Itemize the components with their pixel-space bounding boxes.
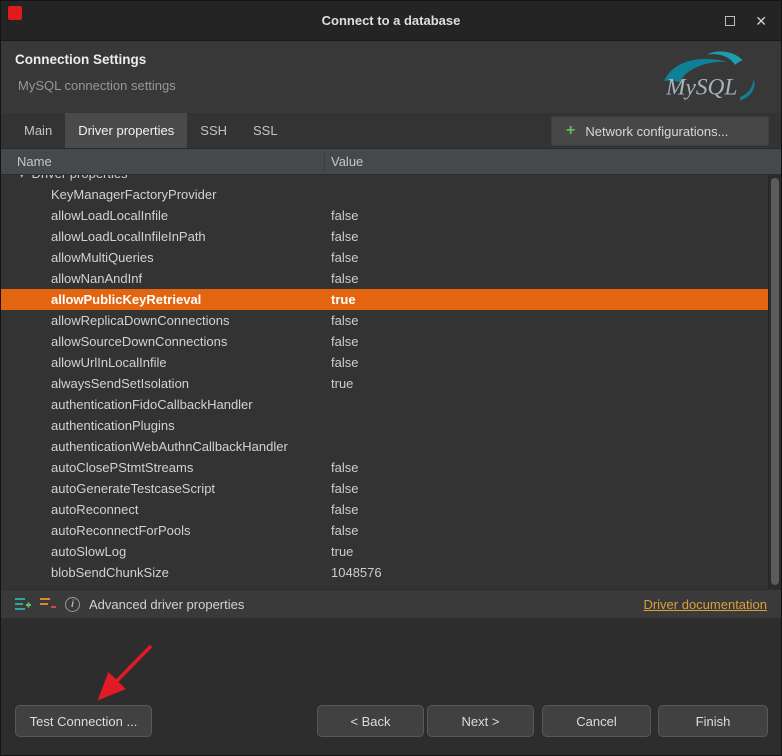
cancel-button[interactable]: Cancel <box>542 705 651 737</box>
finish-button[interactable]: Finish <box>658 705 768 737</box>
table-row[interactable]: autoReconnect false <box>1 499 781 520</box>
driver-documentation-link[interactable]: Driver documentation <box>643 597 767 612</box>
property-value: true <box>331 376 354 391</box>
property-name: allowNanAndInf <box>51 271 143 286</box>
mysql-logo: MySQL <box>664 51 755 101</box>
table-toolbar: i Advanced driver properties Driver docu… <box>1 589 781 618</box>
property-value: true <box>331 292 356 307</box>
caret-down-icon[interactable]: ▾ <box>19 175 25 181</box>
close-button[interactable]: ✕ <box>755 14 767 28</box>
property-value: false <box>331 208 359 223</box>
column-divider <box>324 152 325 171</box>
collapse-properties-icon[interactable] <box>40 596 56 612</box>
tab-driver-properties[interactable]: Driver properties <box>65 113 188 148</box>
property-name: allowPublicKeyRetrieval <box>51 292 202 307</box>
table-row[interactable]: authenticationWebAuthnCallbackHandler <box>1 436 781 457</box>
property-name: allowLoadLocalInfileInPath <box>51 229 206 244</box>
table-row[interactable]: allowReplicaDownConnections false <box>1 310 781 331</box>
property-name: allowReplicaDownConnections <box>51 313 230 328</box>
property-name: blobSendChunkSize <box>51 565 169 580</box>
wizard-buttons: < Back Next > Cancel Finish <box>317 705 768 737</box>
table-row[interactable]: autoGenerateTestcaseScript false <box>1 478 781 499</box>
table-row[interactable]: authenticationPlugins <box>1 415 781 436</box>
test-connection-button[interactable]: Test Connection ... <box>15 705 152 737</box>
property-value: false <box>331 334 359 349</box>
info-icon[interactable]: i <box>65 596 80 612</box>
property-name: autoReconnect <box>51 502 139 517</box>
property-name: allowMultiQueries <box>51 250 154 265</box>
table-row[interactable]: allowSourceDownConnections false <box>1 331 781 352</box>
property-name: KeyManagerFactoryProvider <box>51 187 217 202</box>
property-value: false <box>331 460 359 475</box>
driver-properties-table: Name Value ▾ Driver properties KeyManager… <box>1 149 781 589</box>
property-value: true <box>331 544 354 559</box>
window-title: Connect to a database <box>321 13 461 28</box>
property-name: autoGenerateTestcaseScript <box>51 481 216 496</box>
connect-database-dialog: Connect to a database ✕ Connection Setti… <box>0 0 782 756</box>
property-value: false <box>331 355 359 370</box>
group-label: Driver properties <box>32 175 128 181</box>
table-header: Name Value <box>1 149 781 175</box>
table-body: ▾ Driver properties KeyManagerFactoryProv… <box>1 175 781 589</box>
expand-properties-icon[interactable] <box>15 596 31 612</box>
table-row[interactable]: allowLoadLocalInfile false <box>1 205 781 226</box>
property-name: allowUrlInLocalInfile <box>51 355 167 370</box>
table-row[interactable]: blobSendChunkSize 1048576 <box>1 562 781 583</box>
property-name: authenticationFidoCallbackHandler <box>51 397 253 412</box>
dialog-header: Connection Settings MySQL connection set… <box>1 41 781 113</box>
table-row[interactable]: alwaysSendSetIsolation true <box>1 373 781 394</box>
maximize-button[interactable] <box>725 16 736 26</box>
plus-icon: + <box>566 122 576 139</box>
table-row[interactable]: authenticationFidoCallbackHandler <box>1 394 781 415</box>
tab-main[interactable]: Main <box>11 113 65 148</box>
property-value: false <box>331 271 359 286</box>
property-value: false <box>331 229 359 244</box>
table-row[interactable]: autoClosePStmtStreams false <box>1 457 781 478</box>
property-value: false <box>331 523 359 538</box>
table-row[interactable]: KeyManagerFactoryProvider <box>1 184 781 205</box>
property-value: false <box>331 250 359 265</box>
table-row[interactable]: autoSlowLog true <box>1 541 781 562</box>
tab-ssl[interactable]: SSL <box>240 113 291 148</box>
page-subtitle: MySQL connection settings <box>18 78 176 93</box>
titlebar[interactable]: Connect to a database ✕ <box>1 1 781 41</box>
tab-bar: Main Driver properties SSH SSL + Network… <box>1 113 781 149</box>
tab-ssh[interactable]: SSH <box>187 113 240 148</box>
advanced-driver-properties-label: Advanced driver properties <box>89 596 245 612</box>
property-value: false <box>331 481 359 496</box>
property-value: false <box>331 313 359 328</box>
network-configurations-button[interactable]: + Network configurations... <box>551 116 769 146</box>
page-title: Connection Settings <box>15 52 147 67</box>
property-name: autoReconnectForPools <box>51 523 191 538</box>
scrollbar-thumb[interactable] <box>771 178 779 585</box>
property-value: 1048576 <box>331 565 382 580</box>
property-name: alwaysSendSetIsolation <box>51 376 190 391</box>
table-row[interactable]: allowNanAndInf false <box>1 268 781 289</box>
table-row[interactable]: autoReconnectForPools false <box>1 520 781 541</box>
property-name: autoSlowLog <box>51 544 127 559</box>
mysql-logo-text: MySQL <box>665 75 737 101</box>
property-name: autoClosePStmtStreams <box>51 460 194 475</box>
next-button[interactable]: Next > <box>427 705 534 737</box>
back-button[interactable]: < Back <box>317 705 424 737</box>
table-row[interactable]: allowMultiQueries false <box>1 247 781 268</box>
property-value: false <box>331 502 359 517</box>
property-name: allowSourceDownConnections <box>51 334 228 349</box>
table-row[interactable]: allowLoadLocalInfileInPath false <box>1 226 781 247</box>
column-header-value[interactable]: Value <box>331 149 363 175</box>
network-configurations-label: Network configurations... <box>585 123 729 139</box>
property-name: authenticationPlugins <box>51 418 175 433</box>
vertical-scrollbar[interactable] <box>768 175 781 589</box>
column-header-name[interactable]: Name <box>17 149 52 175</box>
table-row-group[interactable]: ▾ Driver properties <box>1 175 781 184</box>
property-name: authenticationWebAuthnCallbackHandler <box>51 439 288 454</box>
property-name: allowLoadLocalInfile <box>51 208 169 223</box>
table-row[interactable]: allowUrlInLocalInfile false <box>1 352 781 373</box>
dialog-footer: Test Connection ... < Back Next > Cancel… <box>1 618 781 755</box>
table-row[interactable]: allowPublicKeyRetrieval true <box>1 289 781 310</box>
